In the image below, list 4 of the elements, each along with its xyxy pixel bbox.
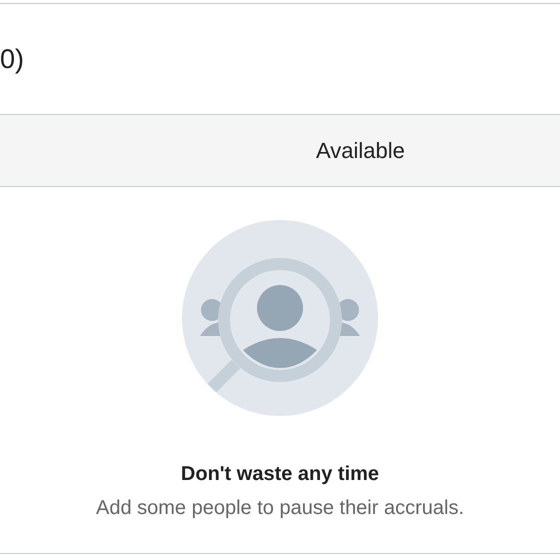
column-header: Available <box>316 137 405 165</box>
page-heading: 0) <box>0 42 24 76</box>
empty-state-title: Don't waste any time <box>180 462 380 487</box>
empty-state-message: Add some people to pause their accruals. <box>96 496 464 521</box>
